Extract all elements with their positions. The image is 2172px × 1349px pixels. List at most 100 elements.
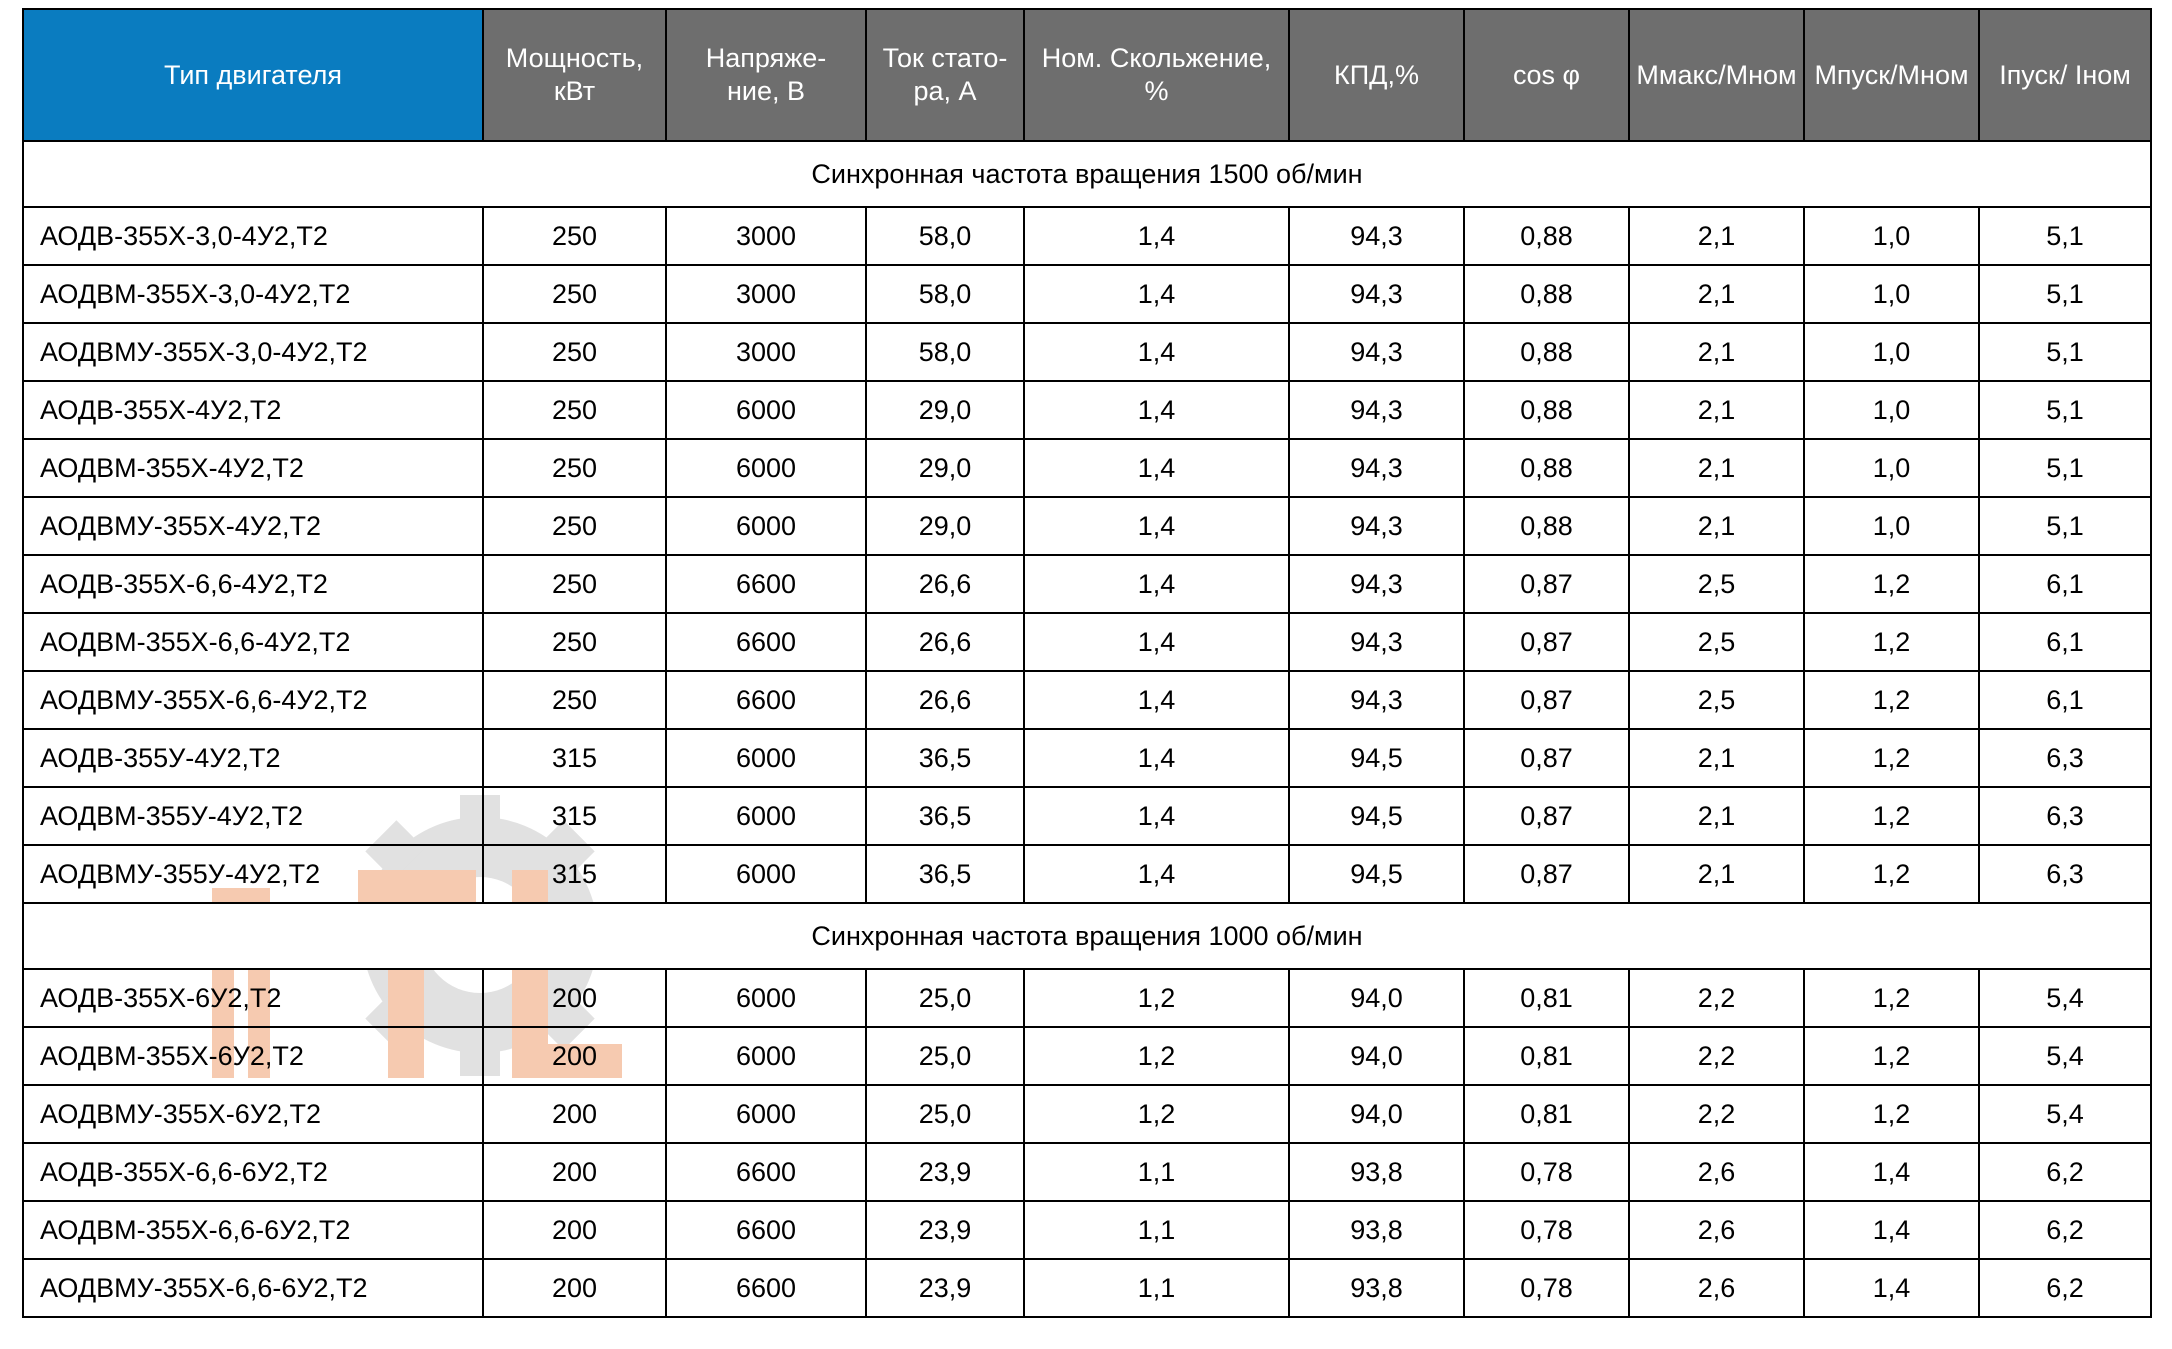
cell-mmax: 2,1	[1628, 786, 1805, 846]
cell-mmax: 2,5	[1628, 612, 1805, 672]
cell-istart: 5,1	[1978, 264, 2152, 324]
cell-cos: 0,88	[1463, 322, 1630, 382]
table-row[interactable]: АОДВ-355У-4У2,Т2 315 6000 36,5 1,4 94,5 0,87 2,…	[22, 728, 2152, 788]
cell-slip: 1,1	[1023, 1200, 1290, 1260]
table-row[interactable]: АОДВМУ-355Х-4У2,Т2 250 6000 29,0 1,4 94,3 0,88…	[22, 496, 2152, 556]
cell-cur: 26,6	[865, 554, 1025, 614]
cell-cos: 0,88	[1463, 380, 1630, 440]
table-row[interactable]: АОДВМУ-355Х-6У2,Т2 200 6000 25,0 1,2 94,0 0,81…	[22, 1084, 2152, 1144]
cell-istart: 5,4	[1978, 968, 2152, 1028]
cell-eff: 93,8	[1288, 1142, 1465, 1202]
cell-mmax: 2,2	[1628, 1084, 1805, 1144]
column-header-type[interactable]: Тип двигателя	[22, 8, 484, 142]
column-header-istart[interactable]: Iпуск/ Iном	[1978, 8, 2152, 142]
cell-cur: 36,5	[865, 844, 1025, 904]
cell-eff: 94,5	[1288, 728, 1465, 788]
cell-eff: 94,3	[1288, 322, 1465, 382]
cell-volt: 6600	[665, 670, 867, 730]
cell-volt: 6000	[665, 380, 867, 440]
cell-cos: 0,87	[1463, 728, 1630, 788]
cell-cos: 0,87	[1463, 670, 1630, 730]
table-row[interactable]: АОДВ-355Х-6У2,Т2 200 6000 25,0 1,2 94,0 0,81 2,…	[22, 968, 2152, 1028]
cell-slip: 1,4	[1023, 264, 1290, 324]
cell-eff: 94,3	[1288, 206, 1465, 266]
column-header-cur[interactable]: Ток стато-ра, А	[865, 8, 1025, 142]
column-header-slip[interactable]: Ном. Скольжение,%	[1023, 8, 1290, 142]
table-row[interactable]: АОДВ-355Х-6,6-6У2,Т2 200 6600 23,9 1,1 93,8 0,…	[22, 1142, 2152, 1202]
table-row[interactable]: АОДВ-355Х-4У2,Т2 250 6000 29,0 1,4 94,3 0,88 2,…	[22, 380, 2152, 440]
cell-cos: 0,88	[1463, 438, 1630, 498]
cell-type: АОДВМ-355Х-6,6-6У2,Т2	[22, 1200, 484, 1260]
cell-type: АОДВМУ-355Х-6,6-6У2,Т2	[22, 1258, 484, 1318]
cell-type: АОДВ-355Х-6У2,Т2	[22, 968, 484, 1028]
table-row[interactable]: АОДВМ-355Х-6,6-4У2,Т2 250 6600 26,6 1,4 94,3 0…	[22, 612, 2152, 672]
cell-eff: 94,3	[1288, 496, 1465, 556]
column-header-eff[interactable]: КПД,%	[1288, 8, 1465, 142]
cell-type: АОДВМ-355Х-3,0-4У2,Т2	[22, 264, 484, 324]
cell-power: 250	[482, 206, 667, 266]
column-header-power[interactable]: Мощность, кВт	[482, 8, 667, 142]
cell-slip: 1,2	[1023, 1026, 1290, 1086]
cell-type: АОДВМУ-355Х-6У2,Т2	[22, 1084, 484, 1144]
cell-istart: 5,1	[1978, 496, 2152, 556]
cell-mmax: 2,1	[1628, 322, 1805, 382]
cell-volt: 6000	[665, 1084, 867, 1144]
column-header-cos[interactable]: cos φ	[1463, 8, 1630, 142]
cell-mmax: 2,1	[1628, 380, 1805, 440]
column-header-volt[interactable]: Напряже-ние, В	[665, 8, 867, 142]
table-header: Тип двигателя Мощность, кВт Напряже-ние, ВТ…	[22, 8, 2152, 142]
cell-slip: 1,2	[1023, 1084, 1290, 1144]
cell-power: 250	[482, 670, 667, 730]
cell-istart: 5,4	[1978, 1084, 2152, 1144]
cell-type: АОДВМУ-355Х-6,6-4У2,Т2	[22, 670, 484, 730]
table-row[interactable]: АОДВМ-355Х-6У2,Т2 200 6000 25,0 1,2 94,0 0,81 2…	[22, 1026, 2152, 1086]
cell-mstart: 1,2	[1803, 968, 1980, 1028]
section-title: Синхронная частота вращения 1000 об/мин	[22, 902, 2152, 970]
cell-slip: 1,4	[1023, 728, 1290, 788]
cell-volt: 6000	[665, 968, 867, 1028]
cell-cos: 0,87	[1463, 786, 1630, 846]
table-row[interactable]: АОДВМ-355У-4У2,Т2 315 6000 36,5 1,4 94,5 0,87 2…	[22, 786, 2152, 846]
table-row[interactable]: АОДВМУ-355Х-3,0-4У2,Т2 250 3000 58,0 1,4 94,3…	[22, 322, 2152, 382]
cell-eff: 94,0	[1288, 1084, 1465, 1144]
header-row: Тип двигателя Мощность, кВт Напряже-ние, ВТ…	[22, 8, 2152, 142]
cell-volt: 6000	[665, 438, 867, 498]
table-row[interactable]: АОДВМ-355Х-3,0-4У2,Т2 250 3000 58,0 1,4 94,3 0…	[22, 264, 2152, 324]
cell-volt: 3000	[665, 206, 867, 266]
motor-spec-table: Тип двигателя Мощность, кВт Напряже-ние, ВТ…	[22, 8, 2152, 1318]
cell-type: АОДВ-355Х-6,6-4У2,Т2	[22, 554, 484, 614]
cell-cos: 0,78	[1463, 1200, 1630, 1260]
table-row[interactable]: АОДВ-355Х-3,0-4У2,Т2 250 3000 58,0 1,4 94,3 0,…	[22, 206, 2152, 266]
cell-cur: 58,0	[865, 206, 1025, 266]
cell-slip: 1,2	[1023, 968, 1290, 1028]
cell-mstart: 1,4	[1803, 1142, 1980, 1202]
cell-volt: 6000	[665, 496, 867, 556]
cell-volt: 6600	[665, 1200, 867, 1260]
cell-cos: 0,88	[1463, 496, 1630, 556]
table-row[interactable]: АОДВМУ-355У-4У2,Т2 315 6000 36,5 1,4 94,5 0,87…	[22, 844, 2152, 904]
table-row[interactable]: АОДВ-355Х-6,6-4У2,Т2 250 6600 26,6 1,4 94,3 0,…	[22, 554, 2152, 614]
table-body: Синхронная частота вращения 1500 об/мин А…	[22, 140, 2152, 1318]
cell-mstart: 1,4	[1803, 1200, 1980, 1260]
table-row[interactable]: АОДВМУ-355Х-6,6-6У2,Т2 200 6600 23,9 1,1 93,8…	[22, 1258, 2152, 1318]
table-row[interactable]: АОДВМ-355Х-6,6-6У2,Т2 200 6600 23,9 1,1 93,8 0…	[22, 1200, 2152, 1260]
cell-volt: 6000	[665, 844, 867, 904]
cell-volt: 6600	[665, 612, 867, 672]
cell-eff: 94,3	[1288, 670, 1465, 730]
cell-mmax: 2,5	[1628, 554, 1805, 614]
cell-eff: 94,0	[1288, 968, 1465, 1028]
cell-mstart: 1,2	[1803, 612, 1980, 672]
cell-mstart: 1,2	[1803, 1026, 1980, 1086]
cell-power: 250	[482, 380, 667, 440]
table-row[interactable]: АОДВМ-355Х-4У2,Т2 250 6000 29,0 1,4 94,3 0,88 2…	[22, 438, 2152, 498]
cell-mstart: 1,0	[1803, 438, 1980, 498]
cell-istart: 5,4	[1978, 1026, 2152, 1086]
cell-slip: 1,4	[1023, 438, 1290, 498]
table-row[interactable]: АОДВМУ-355Х-6,6-4У2,Т2 250 6600 26,6 1,4 94,3…	[22, 670, 2152, 730]
cell-type: АОДВМУ-355Х-4У2,Т2	[22, 496, 484, 556]
cell-volt: 6600	[665, 1142, 867, 1202]
cell-type: АОДВМ-355Х-6,6-4У2,Т2	[22, 612, 484, 672]
column-header-mmax[interactable]: Ммакс/Мном	[1628, 8, 1805, 142]
column-header-mstart[interactable]: Мпуск/Мном	[1803, 8, 1980, 142]
cell-istart: 6,3	[1978, 844, 2152, 904]
